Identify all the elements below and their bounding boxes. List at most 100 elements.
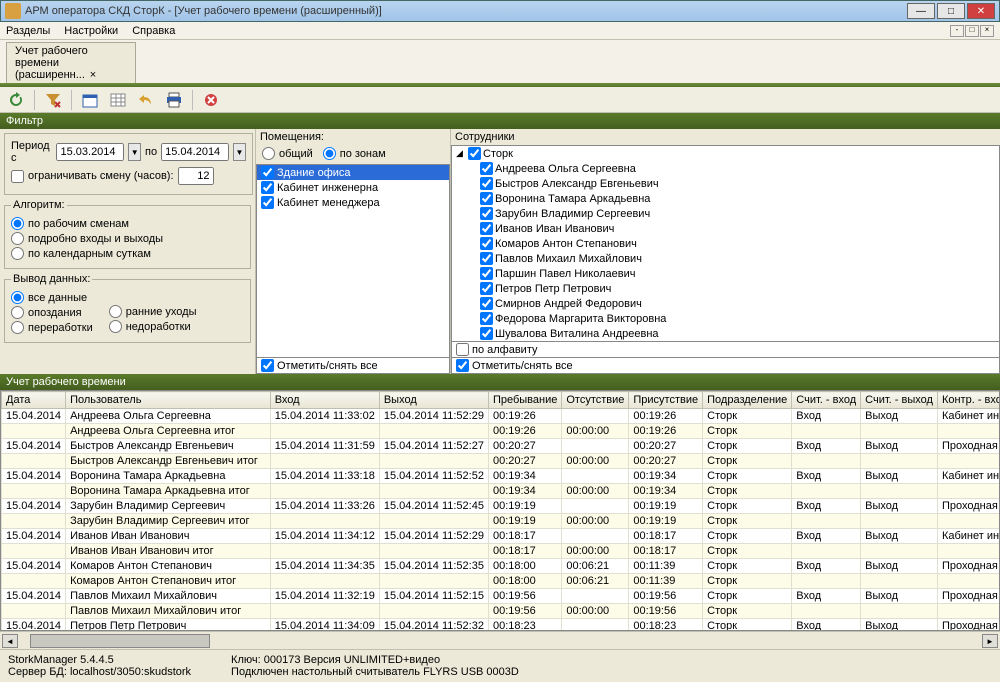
filter-clear-icon[interactable] bbox=[43, 90, 63, 110]
table-icon[interactable] bbox=[108, 90, 128, 110]
minimize-button[interactable]: — bbox=[907, 3, 935, 19]
delete-icon[interactable] bbox=[201, 90, 221, 110]
employees-tree[interactable]: ◢СторкАндреева Ольга СергеевнаБыстров Ал… bbox=[451, 145, 1000, 342]
rooms-mode-zones[interactable] bbox=[323, 147, 336, 160]
calendar-icon[interactable] bbox=[80, 90, 100, 110]
period-from-input[interactable] bbox=[56, 143, 124, 161]
print-icon[interactable] bbox=[164, 90, 184, 110]
table-row[interactable]: Комаров Антон Степанович итог00:18:0000:… bbox=[2, 574, 1000, 589]
table-row[interactable]: Павлов Михаил Михайлович итог00:19:5600:… bbox=[2, 604, 1000, 619]
collapse-icon[interactable]: ◢ bbox=[456, 148, 466, 159]
employees-toggle-all[interactable] bbox=[456, 359, 469, 372]
employee-checkbox[interactable] bbox=[480, 207, 493, 220]
employee-checkbox[interactable] bbox=[480, 252, 493, 265]
column-header[interactable]: Подразделение bbox=[703, 392, 792, 409]
mdi-restore[interactable]: □ bbox=[965, 25, 979, 37]
alg-detail-radio[interactable] bbox=[11, 232, 24, 245]
column-header[interactable]: Пользователь bbox=[66, 392, 271, 409]
menu-sections[interactable]: Разделы bbox=[6, 25, 50, 37]
alg-calendar-radio[interactable] bbox=[11, 247, 24, 260]
menu-settings[interactable]: Настройки bbox=[64, 25, 118, 37]
room-item[interactable]: Кабинет менеджера bbox=[257, 195, 449, 210]
tab-timesheet[interactable]: Учет рабочего времени (расширенн... × bbox=[6, 42, 136, 83]
out-over-radio[interactable] bbox=[11, 321, 24, 334]
employee-checkbox[interactable] bbox=[480, 267, 493, 280]
close-button[interactable]: ✕ bbox=[967, 3, 995, 19]
table-row[interactable]: Зарубин Владимир Сергеевич итог00:19:190… bbox=[2, 514, 1000, 529]
employee-item[interactable]: Шувалова Виталина Андреевна bbox=[452, 326, 999, 341]
table-row[interactable]: 15.04.2014Зарубин Владимир Сергеевич15.0… bbox=[2, 499, 1000, 514]
table-row[interactable]: Иванов Иван Иванович итог00:18:1700:00:0… bbox=[2, 544, 1000, 559]
table-row[interactable]: 15.04.2014Петров Петр Петрович15.04.2014… bbox=[2, 619, 1000, 632]
room-checkbox[interactable] bbox=[261, 181, 274, 194]
employee-item[interactable]: Иванов Иван Иванович bbox=[452, 221, 999, 236]
table-row[interactable]: Воронина Тамара Аркадьевна итог00:19:340… bbox=[2, 484, 1000, 499]
table-row[interactable]: 15.04.2014Быстров Александр Евгеньевич15… bbox=[2, 439, 1000, 454]
room-item[interactable]: Здание офиса bbox=[257, 165, 449, 180]
room-checkbox[interactable] bbox=[261, 166, 274, 179]
column-header[interactable]: Вход bbox=[270, 392, 379, 409]
employees-alphabet[interactable] bbox=[456, 343, 469, 356]
employee-item[interactable]: Паршин Павел Николаевич bbox=[452, 266, 999, 281]
table-row[interactable]: 15.04.2014Комаров Антон Степанович15.04.… bbox=[2, 559, 1000, 574]
tree-root-checkbox[interactable] bbox=[468, 147, 481, 160]
out-under-radio[interactable] bbox=[109, 320, 122, 333]
out-late-radio[interactable] bbox=[11, 306, 24, 319]
rooms-list[interactable]: Здание офисаКабинет инженернаКабинет мен… bbox=[256, 164, 450, 358]
limit-shift-checkbox[interactable] bbox=[11, 170, 24, 183]
scroll-thumb[interactable] bbox=[30, 634, 210, 648]
scroll-left-arrow[interactable]: ◄ bbox=[2, 634, 18, 648]
table-row[interactable]: 15.04.2014Воронина Тамара Аркадьевна15.0… bbox=[2, 469, 1000, 484]
employee-checkbox[interactable] bbox=[480, 177, 493, 190]
column-header[interactable]: Счит. - выход bbox=[861, 392, 938, 409]
employee-item[interactable]: Федорова Маргарита Викторовна bbox=[452, 311, 999, 326]
out-early-radio[interactable] bbox=[109, 305, 122, 318]
period-from-dropdown[interactable]: ▼ bbox=[128, 143, 141, 161]
employee-checkbox[interactable] bbox=[480, 192, 493, 205]
mdi-minimize[interactable]: - bbox=[950, 25, 964, 37]
mdi-close[interactable]: × bbox=[980, 25, 994, 37]
room-item[interactable]: Кабинет инженерна bbox=[257, 180, 449, 195]
scroll-right-arrow[interactable]: ► bbox=[982, 634, 998, 648]
tab-close-icon[interactable]: × bbox=[88, 69, 98, 81]
employee-checkbox[interactable] bbox=[480, 237, 493, 250]
room-checkbox[interactable] bbox=[261, 196, 274, 209]
employee-checkbox[interactable] bbox=[480, 312, 493, 325]
column-header[interactable]: Выход bbox=[379, 392, 488, 409]
out-all-radio[interactable] bbox=[11, 291, 24, 304]
employee-checkbox[interactable] bbox=[480, 327, 493, 340]
employee-item[interactable]: Воронина Тамара Аркадьевна bbox=[452, 191, 999, 206]
column-header[interactable]: Пребывание bbox=[488, 392, 561, 409]
column-header[interactable]: Счит. - вход bbox=[792, 392, 861, 409]
employee-item[interactable]: Комаров Антон Степанович bbox=[452, 236, 999, 251]
table-row[interactable]: 15.04.2014Андреева Ольга Сергеевна15.04.… bbox=[2, 409, 1000, 424]
column-header[interactable]: Дата bbox=[2, 392, 66, 409]
column-header[interactable]: Контр. - вход bbox=[937, 392, 1000, 409]
limit-shift-value[interactable] bbox=[178, 167, 214, 185]
period-to-dropdown[interactable]: ▼ bbox=[233, 143, 246, 161]
column-header[interactable]: Присутствие bbox=[629, 392, 703, 409]
alg-shifts-radio[interactable] bbox=[11, 217, 24, 230]
employee-item[interactable]: Петров Петр Петрович bbox=[452, 281, 999, 296]
employee-item[interactable]: Зарубин Владимир Сергеевич bbox=[452, 206, 999, 221]
table-row[interactable]: 15.04.2014Иванов Иван Иванович15.04.2014… bbox=[2, 529, 1000, 544]
employee-checkbox[interactable] bbox=[480, 162, 493, 175]
refresh-icon[interactable] bbox=[6, 90, 26, 110]
employee-checkbox[interactable] bbox=[480, 297, 493, 310]
employee-item[interactable]: Смирнов Андрей Федорович bbox=[452, 296, 999, 311]
column-header[interactable]: Отсутствие bbox=[562, 392, 629, 409]
maximize-button[interactable]: □ bbox=[937, 3, 965, 19]
table-row[interactable]: Андреева Ольга Сергеевна итог00:19:2600:… bbox=[2, 424, 1000, 439]
tree-root[interactable]: ◢Сторк bbox=[452, 146, 999, 161]
employee-item[interactable]: Павлов Михаил Михайлович bbox=[452, 251, 999, 266]
data-grid[interactable]: ДатаПользовательВходВыходПребываниеОтсут… bbox=[0, 390, 1000, 631]
employee-item[interactable]: Быстров Александр Евгеньевич bbox=[452, 176, 999, 191]
rooms-toggle-all[interactable] bbox=[261, 359, 274, 372]
period-to-input[interactable] bbox=[161, 143, 229, 161]
table-row[interactable]: Быстров Александр Евгеньевич итог00:20:2… bbox=[2, 454, 1000, 469]
horizontal-scrollbar[interactable]: ◄ ► bbox=[0, 631, 1000, 649]
employee-checkbox[interactable] bbox=[480, 282, 493, 295]
employee-checkbox[interactable] bbox=[480, 222, 493, 235]
employee-item[interactable]: Андреева Ольга Сергеевна bbox=[452, 161, 999, 176]
menu-help[interactable]: Справка bbox=[132, 25, 175, 37]
